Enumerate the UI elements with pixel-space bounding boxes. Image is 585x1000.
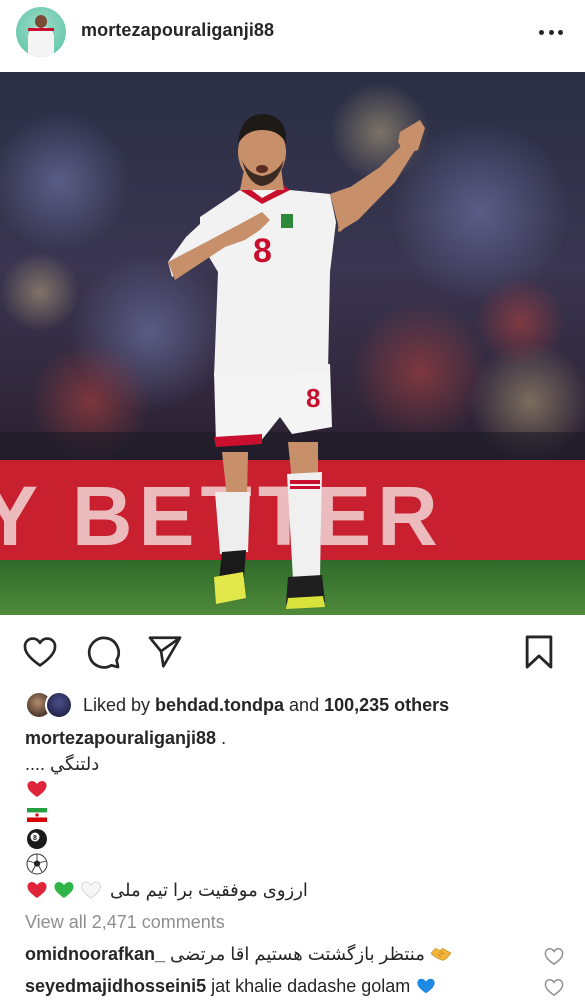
- comment-like-heart-icon[interactable]: [543, 977, 565, 997]
- comment-row: seyedmajidhosseini5 jat khalie dadashe g…: [25, 976, 545, 997]
- pool-8-ball-icon: 8: [27, 829, 47, 849]
- soccer-ball-icon: [26, 853, 48, 875]
- likes-count[interactable]: 100,235 others: [324, 695, 449, 715]
- iran-flag-icon: [26, 808, 48, 822]
- jersey-number: 8: [253, 232, 272, 270]
- post-username[interactable]: mortezapouraliganji88: [81, 20, 274, 41]
- comment-like-heart-icon[interactable]: [543, 946, 565, 966]
- caption-header: mortezapouraliganji88 .: [25, 728, 226, 749]
- handshake-icon: [430, 948, 452, 961]
- white-heart-icon: [81, 881, 101, 899]
- liker-username[interactable]: behdad.tondpa: [155, 695, 284, 715]
- view-all-comments-link[interactable]: View all 2,471 comments: [25, 912, 225, 933]
- blue-heart-icon: [417, 978, 435, 994]
- red-heart-icon: [27, 882, 47, 898]
- caption-suffix: .: [216, 728, 227, 748]
- likes-prefix: Liked by: [83, 694, 156, 715]
- red-heart-icon: [27, 781, 47, 797]
- post-actions: [0, 633, 585, 673]
- svg-text:8: 8: [33, 835, 37, 842]
- caption-username[interactable]: mortezapouraliganji88: [25, 728, 216, 748]
- comment-row: omidnoorafkan_ منتظر بازگشتت هستیم اقا م…: [25, 944, 545, 965]
- liker-avatars: [25, 691, 77, 719]
- comment-text: منتظر بازگشتت هستیم اقا مرتضی: [170, 944, 425, 964]
- shorts-number: 8: [306, 383, 320, 413]
- more-horizontal-icon[interactable]: [539, 22, 563, 42]
- profile-avatar[interactable]: [16, 7, 66, 57]
- comment-username[interactable]: seyedmajidhosseini5: [25, 976, 206, 996]
- heart-icon[interactable]: [21, 633, 59, 671]
- liker-avatar: [45, 691, 73, 719]
- post-header: mortezapouraliganji88: [0, 0, 585, 72]
- likes-middle: and: [284, 694, 325, 715]
- comment-icon[interactable]: [84, 633, 122, 671]
- caption-line: دلتنگي ....: [25, 754, 100, 774]
- green-heart-icon: [54, 882, 74, 898]
- caption-last-line: ارزوی موفقیت برا تیم ملی: [110, 880, 308, 900]
- send-icon[interactable]: [146, 633, 184, 671]
- comment-username[interactable]: omidnoorafkan_: [25, 944, 165, 964]
- post-photo[interactable]: Y BETTER 8 8: [0, 72, 585, 615]
- comment-text: jat khalie dadashe golam: [211, 976, 411, 996]
- likes-row[interactable]: Liked by behdad.tondpa and 100,235 other…: [25, 691, 449, 719]
- bookmark-icon[interactable]: [520, 633, 558, 671]
